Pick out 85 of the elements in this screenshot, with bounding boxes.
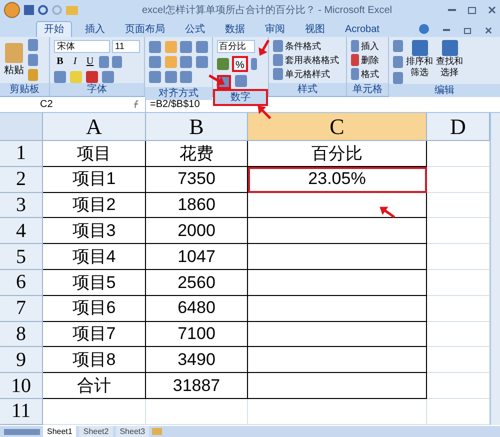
table-cell: 百分比	[248, 141, 427, 167]
table-cell: 花费	[146, 141, 248, 167]
group-label: 字体	[50, 83, 144, 96]
cells-menu-button[interactable]: 格式	[361, 68, 379, 80]
row-header[interactable]: 10	[0, 373, 43, 399]
table-cell: 项目5	[43, 270, 146, 296]
new-sheet-icon[interactable]	[152, 428, 162, 435]
group-label: 数字	[215, 91, 266, 104]
row-header[interactable]: 6	[0, 270, 43, 296]
table-cell: 项目1	[43, 166, 146, 193]
ribbon-tab[interactable]: 视图	[298, 21, 332, 37]
ribbon-tab[interactable]: 公式	[178, 21, 212, 37]
group-label: 单元格	[347, 83, 388, 96]
table-cell: 7100	[146, 322, 248, 348]
group-label: 对齐方式	[145, 87, 212, 100]
row-header[interactable]: 1	[0, 141, 43, 167]
table-cell: 项目8	[43, 347, 146, 374]
ribbon-tab[interactable]: 审阅	[258, 21, 292, 37]
column-header[interactable]: D	[427, 113, 490, 141]
row-header[interactable]: 3	[0, 192, 43, 218]
column-header[interactable]: C	[248, 113, 427, 141]
paste-button[interactable]: 粘贴	[4, 62, 24, 78]
close-icon[interactable]	[488, 6, 496, 14]
number-format-field[interactable]: 百分比	[217, 40, 255, 53]
table-cell: 7350	[146, 166, 248, 193]
table-cell: 1047	[146, 244, 248, 270]
style-menu-button[interactable]: 套用表格格式	[285, 54, 339, 66]
sheet-nav-icon[interactable]	[4, 428, 40, 434]
annotation-arrow	[380, 206, 396, 218]
sort-filter-button[interactable]: 排序和 筛选	[406, 56, 433, 78]
name-box[interactable]: C2	[0, 98, 95, 112]
table-cell: 项目3	[43, 218, 146, 244]
ribbon-tab[interactable]: 数据	[218, 21, 252, 37]
table-cell: 项目6	[43, 296, 146, 322]
ribbon-tab[interactable]: 插入	[78, 21, 112, 37]
table-cell: 项目4	[43, 244, 146, 270]
table-cell: 项目2	[43, 192, 146, 218]
sheet-tab[interactable]: Sheet2	[79, 426, 113, 437]
ribbon-tab[interactable]: 页面布局	[118, 21, 172, 37]
font-name-field[interactable]: 宋体	[54, 40, 110, 53]
font-size-field[interactable]: 11	[112, 40, 140, 53]
maximize-icon[interactable]	[468, 6, 476, 14]
table-cell: 6480	[146, 296, 248, 322]
table-cell: 合计	[43, 373, 146, 399]
group-label: 剪贴板	[0, 83, 49, 96]
row-header[interactable]: 9	[0, 347, 43, 374]
table-cell: 项目	[43, 141, 146, 167]
row-header[interactable]: 4	[0, 218, 43, 244]
row-header[interactable]: 2	[0, 166, 43, 193]
annotation-arrow	[208, 74, 225, 86]
table-cell: 1860	[146, 192, 248, 218]
column-header[interactable]: B	[146, 113, 248, 141]
table-cell: 项目7	[43, 322, 146, 348]
row-header[interactable]: 7	[0, 296, 43, 322]
window-title: excel怎样计算单项所占合计的百分比？ - Microsoft Excel	[142, 4, 392, 18]
cells-menu-button[interactable]: 删除	[361, 54, 379, 66]
sheet-tab[interactable]: Sheet1	[43, 426, 76, 437]
table-cell: 31887	[146, 373, 248, 399]
table-cell: 23.05%	[248, 166, 427, 193]
style-menu-button[interactable]: 单元格样式	[285, 68, 330, 80]
font-style-button[interactable]: U	[84, 56, 96, 68]
row-header[interactable]: 8	[0, 322, 43, 348]
row-header[interactable]: 11	[0, 398, 43, 425]
style-menu-button[interactable]: 条件格式	[285, 40, 321, 52]
sheet-tab[interactable]: Sheet3	[116, 426, 150, 437]
ribbon-tab[interactable]: 开始	[36, 21, 72, 37]
restore-icon[interactable]	[464, 28, 471, 34]
group-label: 编辑	[389, 84, 500, 97]
group-label: 样式	[269, 83, 346, 96]
percent-button[interactable]: %	[232, 56, 248, 72]
close-icon[interactable]	[485, 27, 492, 34]
table-cell: 2560	[146, 270, 248, 296]
function-icon[interactable]	[132, 100, 141, 109]
column-header[interactable]: A	[43, 113, 146, 141]
font-style-button[interactable]: I	[69, 56, 81, 68]
select-all-corner[interactable]	[0, 113, 43, 141]
table-cell: 2000	[146, 218, 248, 244]
row-header[interactable]: 5	[0, 244, 43, 270]
annotation-arrow	[258, 40, 270, 56]
font-style-button[interactable]: B	[54, 56, 66, 68]
vertical-scrollbar[interactable]	[490, 113, 500, 425]
table-cell: 3490	[146, 347, 248, 374]
find-select-button[interactable]: 查找和 选择	[436, 56, 463, 78]
cells-menu-button[interactable]: 插入	[361, 40, 379, 52]
ribbon-tab[interactable]: Acrobat	[338, 21, 386, 37]
